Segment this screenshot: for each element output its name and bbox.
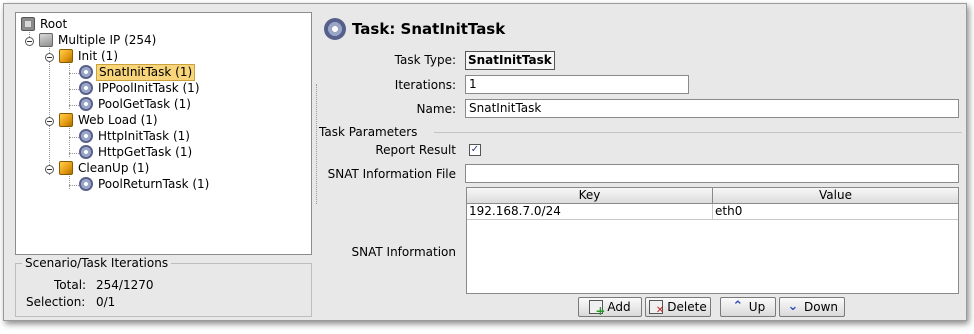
iterations-panel: Scenario/Task Iterations Total: 254/1270… bbox=[15, 256, 312, 317]
name-input[interactable]: SnatInitTask bbox=[465, 99, 959, 118]
delete-button-label: Delete bbox=[667, 300, 707, 314]
gear-icon bbox=[79, 145, 93, 159]
total-label: Total: bbox=[54, 278, 87, 292]
tree-node-root[interactable]: Root bbox=[21, 16, 69, 32]
tree-node-group[interactable]: Init (1) bbox=[59, 48, 120, 64]
tree-node-label: PoolGetTask (1) bbox=[98, 96, 191, 111]
report-result-label: Report Result bbox=[375, 143, 456, 157]
tree-connector bbox=[69, 123, 70, 157]
table-cell-value[interactable]: eth0 bbox=[713, 204, 958, 220]
snat-file-label: SNAT Information File bbox=[327, 167, 456, 181]
iterations-label: Iterations: bbox=[394, 78, 456, 92]
tree-connector bbox=[69, 59, 70, 109]
task-parameters-heading: Task Parameters bbox=[319, 125, 424, 139]
group-separator bbox=[434, 132, 962, 133]
tree-node-label: CleanUp (1) bbox=[78, 160, 150, 175]
tree-node-label: SnatInitTask (1) bbox=[96, 63, 196, 81]
column-header-key[interactable]: Key bbox=[467, 188, 713, 204]
gear-icon bbox=[79, 81, 93, 95]
iterations-input[interactable]: 1 bbox=[465, 75, 689, 94]
tree-node-label: Root bbox=[40, 16, 68, 31]
tree-node-group[interactable]: CleanUp (1) bbox=[59, 160, 151, 176]
network-icon bbox=[39, 33, 53, 47]
add-button-label: Add bbox=[607, 300, 631, 314]
gear-icon bbox=[79, 177, 93, 191]
task-type-value: SnatInitTask bbox=[465, 51, 555, 70]
task-editor-window: Root Multiple IP (254) Init (1) SnatInit… bbox=[3, 3, 967, 321]
collapse-handle-icon[interactable] bbox=[45, 165, 54, 174]
column-header-value[interactable]: Value bbox=[713, 188, 958, 204]
snat-info-label: SNAT Information bbox=[351, 245, 456, 259]
tree-node-task[interactable]: SnatInitTask (1) bbox=[79, 63, 196, 81]
task-type-label: Task Type: bbox=[394, 53, 456, 67]
splitter-handle[interactable] bbox=[316, 84, 317, 204]
arrow-down-icon: ⌄ bbox=[787, 299, 799, 314]
scenario-tree[interactable]: Root Multiple IP (254) Init (1) SnatInit… bbox=[15, 12, 312, 255]
root-icon bbox=[21, 17, 35, 31]
tree-node-label: Multiple IP (254) bbox=[58, 32, 157, 47]
task-header: Task: SnatInitTask bbox=[324, 18, 505, 40]
collapse-handle-icon[interactable] bbox=[45, 117, 54, 126]
selection-value: 0/1 bbox=[96, 295, 116, 309]
up-button[interactable]: ⌃ Up bbox=[720, 297, 776, 317]
delete-row-icon bbox=[649, 300, 664, 316]
tree-node-task[interactable]: IPPoolInitTask (1) bbox=[79, 80, 202, 96]
add-button[interactable]: Add bbox=[578, 297, 642, 318]
tree-connector bbox=[49, 43, 50, 175]
tree-node-task[interactable]: HttpGetTask (1) bbox=[79, 144, 194, 160]
tree-node-label: PoolReturnTask (1) bbox=[98, 176, 210, 191]
collapse-handle-icon[interactable] bbox=[45, 53, 54, 62]
snat-info-table[interactable]: Key Value 192.168.7.0/24 eth0 bbox=[466, 187, 959, 294]
gear-icon bbox=[79, 97, 93, 111]
group-cube-icon bbox=[59, 49, 73, 63]
group-cube-icon bbox=[59, 113, 73, 127]
tree-node-task[interactable]: PoolReturnTask (1) bbox=[79, 176, 211, 192]
group-cube-icon bbox=[59, 161, 73, 175]
tree-node-task[interactable]: PoolGetTask (1) bbox=[79, 96, 193, 112]
table-cell-key[interactable]: 192.168.7.0/24 bbox=[467, 204, 713, 220]
tree-node-scenario[interactable]: Multiple IP (254) bbox=[39, 32, 158, 48]
gear-icon bbox=[79, 129, 93, 143]
arrow-up-icon: ⌃ bbox=[732, 299, 744, 314]
add-row-icon bbox=[589, 300, 605, 318]
tree-node-label: HttpGetTask (1) bbox=[98, 144, 193, 159]
tree-node-label: Web Load (1) bbox=[78, 112, 158, 127]
up-button-label: Up bbox=[748, 300, 766, 314]
report-result-checkbox[interactable]: ✓ bbox=[469, 144, 481, 156]
iterations-panel-title: Scenario/Task Iterations bbox=[22, 256, 172, 270]
down-button[interactable]: ⌄ Down bbox=[779, 297, 845, 317]
snat-file-input[interactable] bbox=[465, 164, 959, 183]
total-value: 254/1270 bbox=[96, 278, 154, 292]
page-title: Task: SnatInitTask bbox=[352, 20, 506, 38]
tree-node-task[interactable]: HttpInitTask (1) bbox=[79, 128, 192, 144]
tree-node-label: HttpInitTask (1) bbox=[98, 128, 190, 143]
collapse-handle-icon[interactable] bbox=[25, 37, 34, 46]
selection-label: Selection: bbox=[26, 295, 86, 309]
down-button-label: Down bbox=[803, 300, 838, 314]
delete-button[interactable]: Delete bbox=[645, 297, 711, 317]
name-label: Name: bbox=[416, 102, 456, 116]
tree-node-group[interactable]: Web Load (1) bbox=[59, 112, 160, 128]
gear-icon bbox=[79, 65, 93, 79]
gear-icon bbox=[324, 18, 346, 40]
tree-node-label: Init (1) bbox=[78, 48, 118, 63]
tree-node-label: IPPoolInitTask (1) bbox=[98, 80, 200, 95]
